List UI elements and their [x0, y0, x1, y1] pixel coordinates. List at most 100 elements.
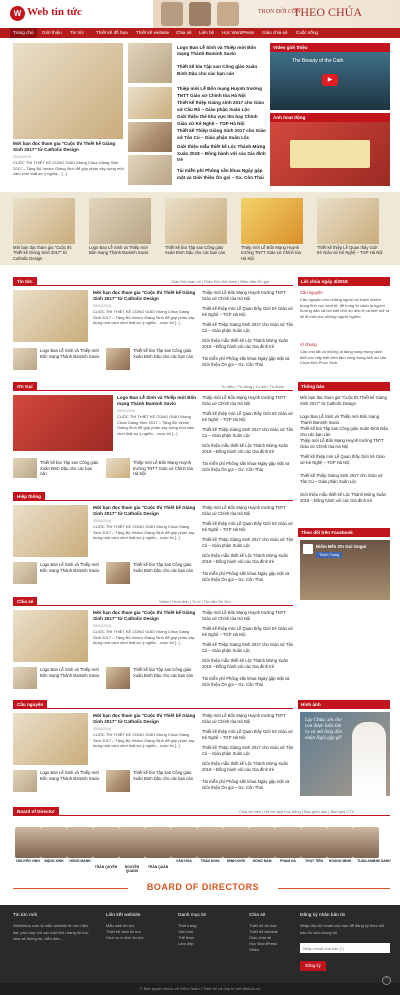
section-list-item[interactable]: Thiệp mời Lễ Bổn Mạng Huynh trưởng TNTT …	[202, 713, 294, 724]
strip-title[interactable]: Thiết kế thiệp Lễ Quan thầy Giới trẻ Giá…	[317, 245, 383, 256]
section-list-item[interactable]: Thiết kế thiệp mời Lễ Quan thầy Giới trẻ…	[202, 729, 294, 740]
nav-item-wordpress[interactable]: Học WordPress	[222, 28, 254, 38]
back-to-top-icon[interactable]: ^	[382, 976, 391, 985]
section-sub-title[interactable]: Thiết kế bìa Tập san Công giáo Xuân Đinh…	[133, 348, 197, 359]
section-list-item[interactable]: Thiệp mời Lễ Bổn Mạng Huynh trưởng TNTT …	[202, 290, 294, 301]
board-tabs[interactable]: Chia sẻ viên | Hỗ trợ quỹ học bổng | Ban…	[239, 809, 354, 814]
section-sub-thumb[interactable]	[13, 562, 37, 584]
section-main-title[interactable]: Mời bạn đọc tham gia "Cuộc thi Thiết kế …	[93, 713, 197, 726]
section-list-item[interactable]: Giới thiệu mẫu thiết kế Lộc Thánh Mừng X…	[202, 338, 294, 349]
section-sub-title[interactable]: Logo Ban Lễ Sinh và Thiếp mời Bổn mạng T…	[40, 667, 100, 678]
section-label[interactable]: Cầu nguyện	[13, 700, 48, 709]
notice-item[interactable]: Mời bạn đọc tham gia "Cuộc thi Thiết kế …	[300, 395, 390, 406]
footer-link[interactable]: Dịch vụ in tem tin tức	[106, 935, 144, 942]
promo-image[interactable]	[270, 122, 390, 186]
section-main-title[interactable]: Mời bạn đọc tham gia "Cuộc thi Thiết kế …	[93, 290, 197, 303]
section-main-title[interactable]: Logo Ban Lễ Sinh và Thiếp mời Bổn mạng T…	[117, 395, 197, 408]
section-label[interactable]: Tin tức	[13, 277, 37, 286]
section-sub-title[interactable]: Thiết kế bìa Tập san Công giáo Xuân Đinh…	[40, 460, 100, 477]
section-main-image[interactable]	[13, 290, 88, 342]
newsletter-email-input[interactable]	[300, 943, 390, 953]
header-banner[interactable]: TRỌN ĐỜI CON THEO CHÚA	[153, 0, 400, 28]
notice-item[interactable]: Giới thiệu mẫu thiết kế Lộc Thánh Mừng X…	[300, 492, 390, 503]
section-list-item[interactable]: Giới thiệu mẫu thiết kế Lộc Thánh Mừng X…	[202, 761, 294, 772]
section-sub-title[interactable]: Logo Ban Lễ Sinh và Thiếp mời Bổn mạng T…	[40, 562, 100, 573]
section-list-item[interactable]: Tài miễn phí Phông sắn khua Ngày gập mặt…	[202, 676, 294, 687]
section-label[interactable]: Hiệp thông	[13, 492, 45, 501]
strip-title[interactable]: Logo Ban Lễ Sinh và Thiếp mời Bổn mạng T…	[89, 245, 155, 256]
section-sub-thumb[interactable]	[106, 667, 130, 689]
section-main-image[interactable]	[13, 713, 88, 765]
section-sub-thumb[interactable]	[106, 458, 130, 478]
section-list-item[interactable]: Thiết kế thiệp mời Lễ Quan thầy Giới trẻ…	[202, 626, 294, 637]
section-sub-thumb[interactable]	[13, 770, 37, 792]
strip-thumb[interactable]	[89, 198, 151, 244]
featured-list-item[interactable]: Thiết kế Thiệp Giáng Sinh 2017 cho Giáo …	[177, 128, 267, 141]
section-main-title[interactable]: Mời bạn đọc tham gia "Cuộc thi Thiết kế …	[93, 610, 197, 623]
section-list-item[interactable]: Thiết kế Thiệp Giáng Sinh 2017 cho Giáo …	[202, 537, 294, 548]
nav-item-website[interactable]: Thiết kế website	[136, 28, 169, 38]
strip-thumb[interactable]	[13, 198, 75, 244]
section-list-item[interactable]: Thiết kế Thiệp Giáng Sinh 2017 cho Giáo …	[202, 642, 294, 653]
section-list-item[interactable]: Giới thiệu mẫu thiết kế Lộc Thánh Mừng X…	[202, 553, 294, 564]
section-list-item[interactable]: Thiết kế Thiệp Giáng Sinh 2017 cho Giáo …	[202, 322, 294, 333]
nav-item-about[interactable]: Giới thiệu	[42, 28, 62, 38]
section-list-item[interactable]: Giới thiệu mẫu thiết kế Lộc Thánh Mừng X…	[202, 443, 294, 454]
section-list-item[interactable]: Thiết kế thiệp mời Lễ Quan thầy Giới trẻ…	[202, 306, 294, 317]
notice-item[interactable]: Thiệp mời Lễ Bổn Mạng Huynh trưởng TNTT …	[300, 438, 390, 449]
nav-item-graphic[interactable]: Thiết kế đồ họa	[96, 28, 128, 38]
section-list-item[interactable]: Tài miễn phí Phông sắn khua Ngày gập mặt…	[202, 461, 294, 472]
section-list-item[interactable]: Thiết kế thiệp mời Lễ Quan thầy Giới trẻ…	[202, 521, 294, 532]
section-list-item[interactable]: Thiết kế Thiệp Giáng Sinh 2017 cho Giáo …	[202, 745, 294, 756]
section-sub-thumb[interactable]	[106, 770, 130, 792]
featured-mid-title[interactable]: Logo Ban Lễ Sinh và Thiếp mời Bổn mạng T…	[177, 45, 267, 58]
notice-item[interactable]: Logo Ban Lễ Sinh và Thiếp mời Bổn mạng T…	[300, 414, 390, 425]
subscribe-button[interactable]: Đăng ký	[300, 961, 326, 971]
photo-widget-image[interactable]: Lạy Chúa, xin cho con được luôn tìm ra v…	[300, 712, 390, 796]
nav-item-life[interactable]: Cuốc sống	[296, 28, 318, 38]
section-tabs[interactable]: Tu triều | Tu dòng | Tu hội | Tu đoàn	[221, 384, 284, 389]
site-logo[interactable]: W Web tin tức	[10, 6, 94, 24]
section-sub-thumb[interactable]	[13, 348, 37, 370]
strip-title[interactable]: Thiết kế bìa Tập san Công giáo Xuân Đinh…	[165, 245, 231, 256]
section-sub-title[interactable]: Logo Ban Lễ Sinh và Thiếp mời Bổn mạng T…	[40, 770, 100, 781]
section-list-item[interactable]: Thiệp mời Lễ Bổn Mạng Huynh trưởng TNTT …	[202, 505, 294, 516]
featured-list-item[interactable]: Giới thiệu mẫu thiết kế Lộc Thánh Mừng X…	[177, 144, 267, 164]
section-list-item[interactable]: Thiết kế Thiệp Giáng Sinh 2017 cho Giáo …	[202, 427, 294, 438]
section-list-item[interactable]: Thiệp mời Lễ Bổn Mạng Huynh trưởng TNTT …	[202, 395, 294, 406]
section-main-image[interactable]	[13, 505, 88, 557]
section-list-item[interactable]: Tài miễn phí Phông sắn khua Ngày gập mặt…	[202, 571, 294, 582]
section-sub-title[interactable]: Thiệp mời Lễ Bổn Mạng Huynh trưởng TNTT …	[133, 460, 197, 477]
section-list-item[interactable]: Tài miễn phí Phông sắn khua Ngày gập mặt…	[202, 779, 294, 790]
featured-list-item[interactable]: Giới thiệu thẻ khu vực tìm bay Chính Giá…	[177, 114, 267, 127]
nav-item-share[interactable]: Chia sẻ	[176, 28, 192, 38]
section-sub-thumb[interactable]	[106, 562, 130, 584]
nav-item-news[interactable]: Tin tức	[70, 28, 84, 38]
strip-thumb[interactable]	[165, 198, 227, 244]
footer-link[interactable]: Làm đẹp	[178, 941, 194, 948]
section-sub-title[interactable]: Thiết kế bìa Tập san Công giáo Xuân Đinh…	[133, 770, 197, 781]
featured-list-item[interactable]: Tài miễn phí Phông sắn khua Ngày gập mặt…	[177, 168, 267, 181]
video-player[interactable]: The Beauty of the Cath ▶	[270, 52, 390, 110]
notice-item[interactable]: Thiết kế thiệp mời Lễ Quan thầy Giới trẻ…	[300, 454, 390, 465]
section-list-item[interactable]: Thiết kế thiệp mời Lễ Quan thầy Giới trẻ…	[202, 411, 294, 422]
section-sub-title[interactable]: Thiết kế bìa Tập san Công giáo Xuân Đinh…	[133, 562, 197, 573]
strip-title[interactable]: Thiệp mời Lễ Bổn Mạng Huynh trưởng TNTT …	[241, 245, 307, 261]
section-sub-title[interactable]: Logo Ban Lễ Sinh và Thiếp mời Bổn mạng T…	[40, 348, 100, 359]
footer-link[interactable]: Video	[249, 947, 259, 954]
section-sub-thumb[interactable]	[13, 458, 37, 478]
notice-item[interactable]: Thiết kế Thiệp Giáng Sinh 2017 cho Giáo …	[300, 473, 390, 484]
featured-mid-image[interactable]	[128, 43, 172, 83]
strip-title[interactable]: Mời bạn đọc tham gia "Cuộc thi Thiết kế …	[13, 245, 79, 261]
facebook-cover[interactable]: Điểm Đến Ơn Gọi Ongoi Thích Trang	[300, 540, 390, 600]
section-tabs[interactable]: Video | Hình ảnh | Tu sĩ | Tin vắn Ôn Gọ…	[159, 599, 231, 604]
section-sub-title[interactable]: Thiết kế bìa Tập san Công giáo Xuân Đinh…	[133, 667, 197, 678]
featured-list-item[interactable]: Thiệp mời Lễ Bổn mạng Huynh trưởng TNTT …	[177, 86, 267, 99]
featured-main-image[interactable]	[13, 43, 123, 139]
featured-list-item[interactable]: Thiết kế bìa Tập san Công giáo Xuân Đinh…	[177, 64, 267, 77]
featured-list-item[interactable]: Thiết kế thiệp Giáng sinh 2017 cho Giáo …	[177, 100, 267, 113]
facebook-page-name[interactable]: Điểm Đến Ơn Gọi Ongoi	[316, 544, 366, 549]
section-main-image[interactable]	[13, 395, 113, 451]
section-main-title[interactable]: Mời bạn đọc tham gia "Cuộc thi Thiết kế …	[93, 505, 197, 518]
featured-list-thumb[interactable]	[128, 87, 172, 119]
